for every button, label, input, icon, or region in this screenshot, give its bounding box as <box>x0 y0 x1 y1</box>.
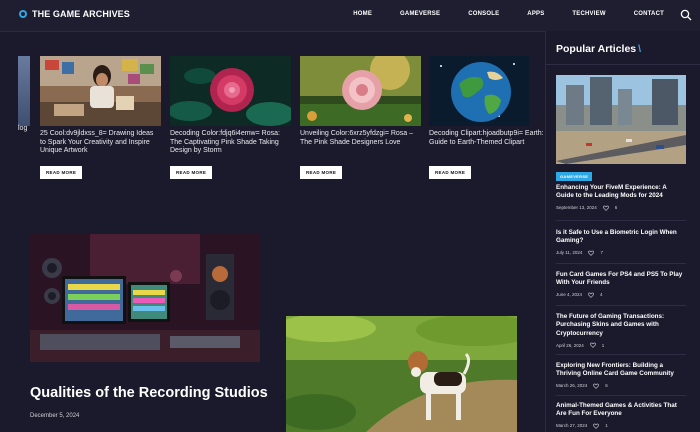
card-image-rose[interactable] <box>170 56 291 126</box>
post-title[interactable]: Is it Safe to Use a Biometric Login When… <box>556 229 686 246</box>
popular-post: Is it Safe to Use a Biometric Login When… <box>556 229 686 256</box>
read-more-button[interactable]: READ MORE <box>40 166 83 179</box>
nav-techview[interactable]: TECHVIEW <box>572 11 605 17</box>
nav-home[interactable]: HOME <box>353 11 372 17</box>
post-date: July 11, 2024 <box>556 250 583 256</box>
main-nav: HOME GAMEVERSE CONSOLE APPS TECHVIEW CON… <box>325 11 664 17</box>
sidebar: Popular Articles \ GAMEVERSE Enhancing Yo… <box>545 31 700 432</box>
post-meta: June 4, 2024 4 <box>556 292 686 298</box>
post-meta: March 27, 2024 1 <box>556 423 686 429</box>
post-title[interactable]: Enhancing Your FiveM Experience: A Guide… <box>556 184 686 201</box>
logo-text: THE GAME ARCHIVES <box>32 9 130 19</box>
partial-card-image[interactable] <box>18 56 30 126</box>
post-title[interactable]: Animal-Themed Games & Activities That Ar… <box>556 402 686 419</box>
popular-post: Exploring New Frontiers: Building a Thri… <box>556 362 686 389</box>
site-logo[interactable]: THE GAME ARCHIVES <box>18 9 130 19</box>
nav-apps[interactable]: APPS <box>527 11 544 17</box>
post-date: March 27, 2024 <box>556 423 588 429</box>
feature-image-studio[interactable] <box>30 234 260 362</box>
card-title[interactable]: Unveiling Color:6xrz5yfdzgi= Rosa – The … <box>300 130 421 156</box>
post-meta: March 26, 2024 6 <box>556 383 686 389</box>
card-image-artist[interactable] <box>40 56 161 126</box>
nav-gameverse[interactable]: GAMEVERSE <box>400 11 440 17</box>
divider <box>556 263 686 264</box>
popular-image-city[interactable] <box>556 75 686 164</box>
card-title[interactable]: Decoding Clipart:hjoadbutp9i= Earth: A G… <box>429 130 559 156</box>
divider <box>556 220 686 221</box>
card-image-earth[interactable] <box>429 56 529 126</box>
popular-post: Enhancing Your FiveM Experience: A Guide… <box>556 184 686 211</box>
nav-contact[interactable]: CONTACT <box>634 11 664 17</box>
divider <box>556 305 686 306</box>
read-more-button[interactable]: READ MORE <box>429 166 472 179</box>
partial-card-title[interactable]: log <box>18 125 27 132</box>
sidebar-heading-text: Popular Articles <box>556 43 637 55</box>
article-slider: log 25 Cool:dv9jldxss_8= Drawing Ideas t… <box>0 50 549 200</box>
post-like-count: 1 <box>601 342 605 348</box>
card-title[interactable]: 25 Cool:dv9jldxss_8= Drawing Ideas to Sp… <box>40 130 161 156</box>
feature-date: December 5, 2024 <box>30 413 80 419</box>
read-more-button[interactable]: READ MORE <box>170 166 213 179</box>
nav-console[interactable]: CONSOLE <box>468 11 499 17</box>
heart-icon <box>588 292 594 298</box>
post-meta: April 26, 2024 1 <box>556 342 686 349</box>
sidebar-heading: Popular Articles \ <box>556 43 641 55</box>
feature-image-dog[interactable] <box>286 316 517 432</box>
post-title[interactable]: Fun Card Games For PS4 and PS5 To Play W… <box>556 271 686 288</box>
slider-card: Decoding Clipart:hjoadbutp9i= Earth: A G… <box>429 56 549 179</box>
post-title[interactable]: The Future of Gaming Transactions: Purch… <box>556 313 686 338</box>
post-like-count: 4 <box>600 292 603 298</box>
post-date: March 26, 2024 <box>556 383 588 389</box>
heart-icon <box>588 250 595 256</box>
slider-card: 25 Cool:dv9jldxss_8= Drawing Ideas to Sp… <box>40 56 161 179</box>
slider-card: Unveiling Color:6xrz5yfdzgi= Rosa – The … <box>300 56 421 179</box>
popular-post: The Future of Gaming Transactions: Purch… <box>556 313 686 349</box>
category-badge[interactable]: GAMEVERSE <box>556 172 593 181</box>
heart-icon <box>593 383 600 389</box>
card-title[interactable]: Decoding Color:fdjq6i4emw= Rosa: The Cap… <box>170 130 291 156</box>
feature-title[interactable]: Qualities of the Recording Studios <box>30 385 268 401</box>
post-like-count: 1 <box>605 423 608 429</box>
logo-icon <box>19 10 27 18</box>
top-navbar: THE GAME ARCHIVES HOME GAMEVERSE CONSOLE… <box>0 0 700 32</box>
card-image-pink-rose[interactable] <box>300 56 421 126</box>
post-like-count: 6 <box>605 383 608 389</box>
divider <box>546 64 700 65</box>
post-meta: September 13, 2024 6 <box>556 205 686 211</box>
heading-slash: \ <box>638 43 642 55</box>
heart-icon <box>602 205 609 211</box>
post-date: April 26, 2024 <box>556 342 584 348</box>
read-more-button[interactable]: READ MORE <box>300 166 343 179</box>
heart-icon <box>589 342 596 349</box>
popular-post: Animal-Themed Games & Activities That Ar… <box>556 402 686 429</box>
post-like-count: 6 <box>614 205 618 211</box>
divider <box>556 395 686 396</box>
post-date: September 13, 2024 <box>556 205 597 211</box>
heart-icon <box>593 423 600 429</box>
post-meta: July 11, 2024 7 <box>556 250 686 256</box>
slider-card: Decoding Color:fdjq6i4emw= Rosa: The Cap… <box>170 56 291 179</box>
post-like-count: 7 <box>600 250 603 256</box>
post-date: June 4, 2024 <box>556 292 583 298</box>
post-title[interactable]: Exploring New Frontiers: Building a Thri… <box>556 362 686 379</box>
search-icon[interactable] <box>680 9 692 21</box>
divider <box>556 354 686 355</box>
popular-post: Fun Card Games For PS4 and PS5 To Play W… <box>556 271 686 298</box>
